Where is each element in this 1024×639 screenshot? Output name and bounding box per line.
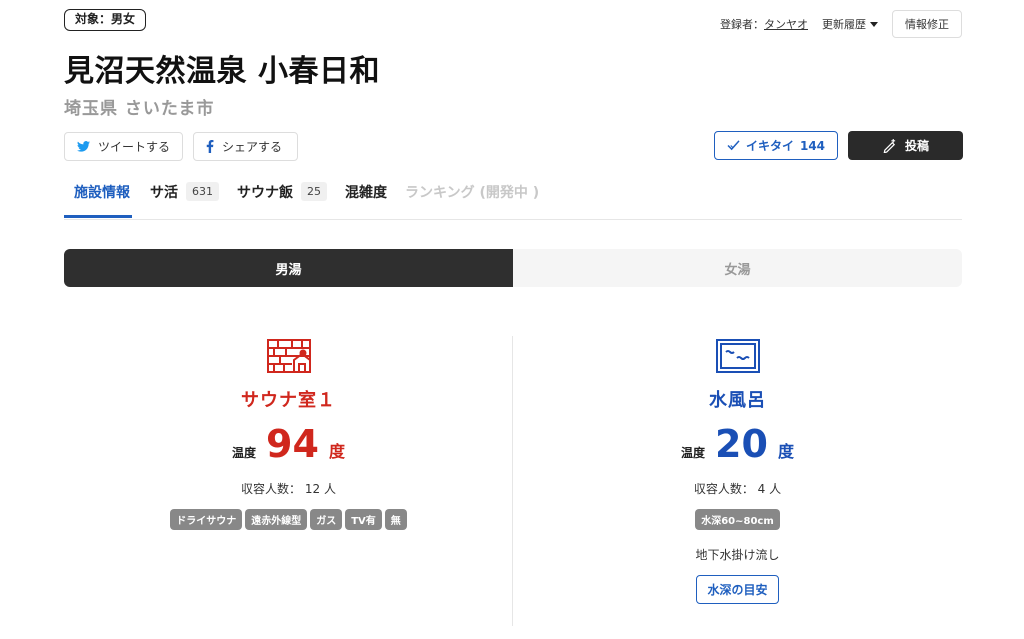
tab-label: ランキング (開発中 ) [405,185,540,201]
male-bath-option[interactable]: 男湯 [64,249,513,287]
ikitai-count: 144 [799,138,826,153]
temp-label: 温度 [232,446,257,460]
target-badge: 対象：男女 [64,9,147,31]
twitter-icon [77,141,90,152]
cold-bath-temperature: 温度 20 度 [681,424,794,464]
tab-count: 631 [186,182,219,201]
gender-toggle: 男湯 女湯 [64,249,962,287]
tab-ranking: ランキング (開発中 ) [405,178,539,218]
registrant-link[interactable]: タンヤオ [764,16,808,32]
temp-unit: 度 [328,442,345,461]
tab-label: 施設情報 [74,185,130,201]
cold-bath-tags: 水深60~80cm [695,509,780,530]
tab-label: サ活 [150,185,178,201]
tag-chip: 無 [384,509,407,530]
header-meta: 登録者： タンヤオ 更新履歴 情報修正 [720,10,962,38]
tab-facility-info[interactable]: 施設情報 [64,178,132,218]
post-button[interactable]: 投稿 [848,131,963,160]
facility-tabs: 施設情報 サ活 631 サウナ飯 25 混雑度 ランキング (開発中 ) [64,178,962,220]
registrant-label: 登録者： [720,18,764,31]
tag-chip: 遠赤外線型 [245,509,308,530]
caret-down-icon [870,21,878,27]
tag-chip: TV有 [345,509,382,530]
tweet-label: ツイートする [98,140,171,154]
sauna-panel: サウナ室１ 温度 94 度 収容人数： 12 人 ドライサウナ 遠赤外線型 ガス… [64,336,513,530]
facebook-icon [206,140,214,153]
ikitai-label: イキタイ [745,139,794,153]
cold-bath-title: 水風呂 [709,390,766,411]
tab-sauna-meal[interactable]: サウナ飯 25 [237,178,327,218]
page-title: 見沼天然温泉 小春日和 [64,54,380,89]
temp-value: 20 [715,422,768,466]
tab-label: サウナ飯 [237,185,293,201]
sauna-capacity: 収容人数： 12 人 [241,482,336,496]
temp-label: 温度 [681,446,706,460]
tag-chip: 水深60~80cm [695,509,780,530]
edit-info-button[interactable]: 情報修正 [892,10,962,38]
sauna-room-icon [266,339,311,373]
cold-bath-panel: 水風呂 温度 20 度 収容人数： 4 人 水深60~80cm 地下水掛け流し … [513,336,962,604]
check-icon [727,140,740,151]
history-dropdown[interactable]: 更新履歴 [822,16,878,32]
pen-icon [883,138,896,153]
tag-chip: ドライサウナ [170,509,243,530]
cold-bath-icon [715,339,760,373]
facebook-share-button[interactable]: シェアする [193,132,298,161]
female-bath-option[interactable]: 女湯 [513,249,962,287]
tweet-button[interactable]: ツイートする [64,132,183,161]
history-label: 更新履歴 [822,18,866,31]
sauna-title: サウナ室１ [241,390,336,411]
location: 埼玉県 さいたま市 [64,99,215,119]
cold-bath-note: 地下水掛け流し [695,548,780,562]
tab-label: 混雑度 [345,185,387,201]
cold-bath-capacity: 収容人数： 4 人 [693,482,782,496]
depth-guide-button[interactable]: 水深の目安 [696,575,779,604]
post-label: 投稿 [904,139,929,153]
ikitai-button[interactable]: イキタイ 144 [714,131,838,160]
tab-congestion[interactable]: 混雑度 [345,178,387,218]
tag-chip: ガス [310,509,343,530]
share-label: シェアする [222,140,283,154]
temp-value: 94 [266,422,319,466]
temp-unit: 度 [777,442,794,461]
tab-count: 25 [301,182,327,201]
sauna-tags: ドライサウナ 遠赤外線型 ガス TV有 無 [170,509,407,530]
sauna-temperature: 温度 94 度 [232,424,345,464]
tab-sakatsu[interactable]: サ活 631 [150,178,219,218]
